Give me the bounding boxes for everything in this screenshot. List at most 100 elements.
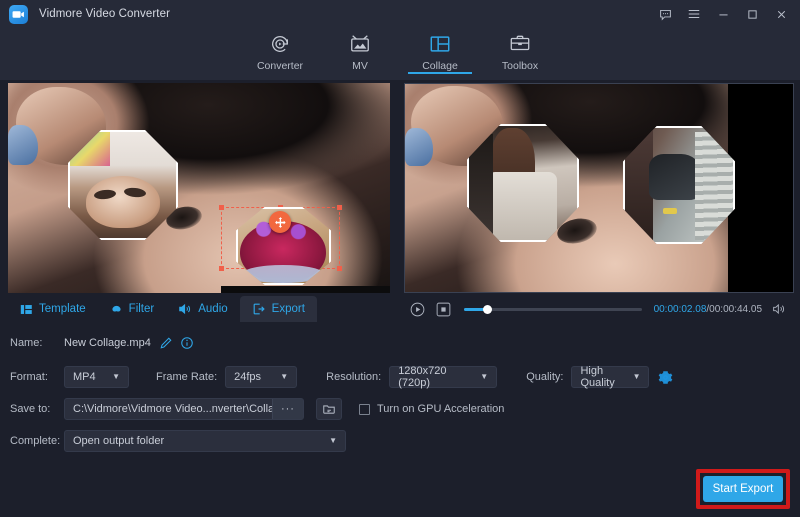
- framerate-value: 24fps: [234, 371, 261, 383]
- minimize-icon[interactable]: [710, 1, 736, 27]
- tab-filter-label: Filter: [129, 303, 155, 315]
- complete-value: Open output folder: [73, 435, 164, 447]
- collage-editor-canvas[interactable]: − +: [8, 83, 390, 293]
- format-label: Format:: [10, 371, 58, 383]
- complete-action-select[interactable]: Open output folder ▼: [64, 430, 346, 452]
- export-icon: [252, 302, 266, 316]
- saveto-value: C:\Vidmore\Vidmore Video...nverter\Colla…: [65, 403, 272, 415]
- playback-progress-knob[interactable]: [483, 305, 492, 314]
- resolution-select[interactable]: 1280x720 (720p) ▼: [389, 366, 497, 388]
- nav-tab-mv[interactable]: MV: [320, 28, 400, 72]
- feedback-icon[interactable]: [652, 1, 678, 27]
- resolution-label: Resolution:: [326, 371, 381, 383]
- gear-icon[interactable]: [658, 370, 673, 385]
- resize-handle-bl[interactable]: [219, 266, 224, 271]
- tab-audio-label: Audio: [198, 303, 227, 315]
- main-navigation: Converter MV Collage: [0, 28, 800, 80]
- preview-letterbox: [728, 84, 793, 292]
- close-icon[interactable]: [768, 1, 794, 27]
- cell-float-toolbar[interactable]: − +: [221, 286, 390, 293]
- collage-cell-1-border: [68, 130, 178, 240]
- canvas-art-fabric: [8, 125, 38, 165]
- converter-icon: [269, 31, 291, 57]
- playback-progress-slider[interactable]: [464, 308, 642, 311]
- window-controls: [652, 0, 794, 28]
- gpu-acceleration-label: Turn on GPU Acceleration: [377, 403, 504, 415]
- nav-tab-collage[interactable]: Collage: [400, 28, 480, 72]
- collage-cell-1[interactable]: [68, 130, 178, 240]
- name-value: New Collage.mp4: [64, 337, 151, 349]
- playback-time: 00:00:02.08/00:00:44.05: [654, 304, 762, 315]
- gpu-checkbox-box[interactable]: [359, 404, 370, 415]
- complete-label: Complete:: [10, 435, 58, 447]
- chevron-down-icon: ▼: [472, 373, 488, 381]
- title-bar: Vidmore Video Converter: [0, 0, 800, 28]
- player-volume-icon[interactable]: [770, 300, 788, 318]
- chevron-down-icon: ▼: [629, 373, 641, 381]
- application-window: Vidmore Video Converter: [0, 0, 800, 517]
- vidmore-logo-icon: [9, 5, 28, 24]
- nav-tab-toolbox-label: Toolbox: [502, 60, 538, 72]
- gpu-acceleration-checkbox[interactable]: Turn on GPU Acceleration: [359, 403, 504, 415]
- chevron-down-icon: ▼: [321, 437, 337, 445]
- template-icon: [20, 303, 33, 316]
- saveto-row: Save to: C:\Vidmore\Vidmore Video...nver…: [10, 398, 504, 420]
- filter-icon: [110, 303, 123, 316]
- play-icon[interactable]: [408, 300, 426, 318]
- main-content: − + Template Fi: [0, 80, 800, 517]
- tab-export[interactable]: Export: [240, 296, 317, 322]
- current-time: 00:00:02.08: [654, 304, 707, 315]
- name-label: Name:: [10, 337, 58, 349]
- resolution-value: 1280x720 (720p): [398, 365, 472, 389]
- format-value: MP4: [73, 371, 96, 383]
- tab-audio[interactable]: Audio: [166, 296, 239, 322]
- quality-value: High Quality: [580, 365, 628, 389]
- saveto-label: Save to:: [10, 403, 58, 415]
- tab-template[interactable]: Template: [8, 296, 98, 322]
- audio-icon: [178, 302, 192, 316]
- framerate-select[interactable]: 24fps ▼: [225, 366, 297, 388]
- tab-filter[interactable]: Filter: [98, 296, 167, 322]
- nav-tab-collage-label: Collage: [422, 60, 458, 72]
- pencil-edit-icon[interactable]: [159, 336, 173, 350]
- preview-player[interactable]: [404, 83, 794, 293]
- resize-handle-br[interactable]: [337, 266, 342, 271]
- open-folder-icon[interactable]: [316, 398, 342, 420]
- move-handle-icon[interactable]: [269, 211, 291, 233]
- collage-icon: [429, 31, 451, 57]
- quality-select[interactable]: High Quality ▼: [571, 366, 649, 388]
- maximize-icon[interactable]: [739, 1, 765, 27]
- tab-export-label: Export: [272, 303, 305, 315]
- framerate-label: Frame Rate:: [156, 371, 217, 383]
- menu-icon[interactable]: [681, 1, 707, 27]
- complete-row: Complete: Open output folder ▼: [10, 430, 346, 452]
- playback-progress-fill: [464, 308, 485, 311]
- nav-tab-converter-label: Converter: [257, 60, 303, 72]
- chevron-down-icon: ▼: [272, 373, 288, 381]
- saveto-path-input[interactable]: C:\Vidmore\Vidmore Video...nverter\Colla…: [64, 398, 304, 420]
- mv-icon: [349, 31, 371, 57]
- app-title: Vidmore Video Converter: [39, 8, 170, 20]
- player-controls: 00:00:02.08/00:00:44.05: [404, 295, 794, 323]
- resize-handle-tl[interactable]: [219, 205, 224, 210]
- toolbox-icon: [509, 31, 531, 57]
- total-time: 00:00:44.05: [709, 304, 762, 315]
- chevron-down-icon: ▼: [104, 373, 120, 381]
- name-row: Name: New Collage.mp4: [10, 332, 194, 354]
- start-export-highlight: Start Export: [696, 469, 790, 509]
- stop-icon[interactable]: [434, 300, 452, 318]
- editor-tab-strip: Template Filter Audio: [8, 296, 390, 322]
- nav-tab-converter[interactable]: Converter: [240, 28, 320, 72]
- export-settings-panel: Name: New Collage.mp4 Format: MP4: [0, 326, 800, 517]
- active-tab-indicator: [408, 72, 472, 74]
- resize-handle-tr[interactable]: [337, 205, 342, 210]
- info-icon[interactable]: [180, 336, 194, 350]
- format-row: Format: MP4 ▼ Frame Rate: 24fps ▼ Resolu…: [10, 366, 673, 388]
- start-export-button[interactable]: Start Export: [703, 476, 783, 502]
- format-select[interactable]: MP4 ▼: [64, 366, 129, 388]
- cell-float-toolbar-icons: [231, 292, 389, 293]
- browse-button[interactable]: ···: [272, 399, 303, 419]
- nav-tab-mv-label: MV: [352, 60, 368, 72]
- nav-tab-toolbox[interactable]: Toolbox: [480, 28, 560, 72]
- tab-template-label: Template: [39, 303, 86, 315]
